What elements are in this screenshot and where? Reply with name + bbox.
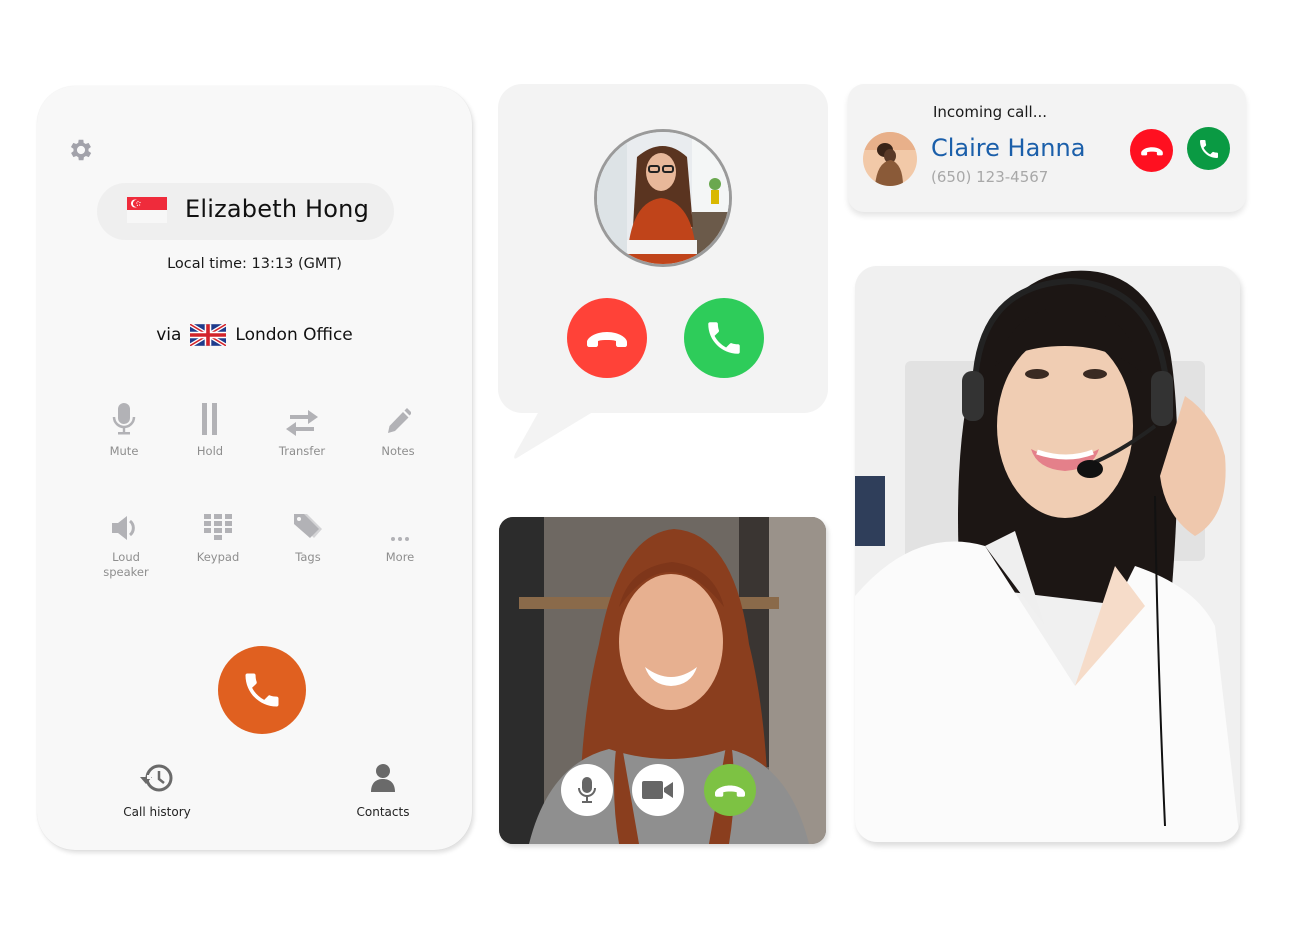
caller-photo [597, 132, 729, 264]
notes-button[interactable]: Notes [353, 398, 443, 459]
loudspeaker-label: Loud speaker [103, 550, 149, 579]
hold-button[interactable]: Hold [165, 398, 255, 459]
person-icon [371, 764, 395, 792]
phone-icon [708, 322, 740, 354]
support-agent-photo-card [855, 266, 1240, 842]
keypad-icon [204, 514, 232, 540]
phone-icon [245, 673, 279, 707]
via-label: via [156, 325, 182, 345]
accept-button[interactable] [684, 298, 764, 378]
video-camera-button[interactable] [632, 764, 684, 816]
support-agent-photo [855, 266, 1240, 842]
caller-photo-small [863, 132, 917, 186]
more-dots-icon [391, 537, 409, 541]
video-camera-icon [642, 781, 673, 799]
phone-dialer-panel: Elizabeth Hong Local time: 13:13 (GMT) v… [37, 86, 472, 850]
uk-flag-icon [190, 324, 227, 346]
contact-name: Elizabeth Hong [185, 195, 370, 223]
local-time: Local time: 13:13 (GMT) [167, 256, 342, 272]
hold-label: Hold [196, 444, 224, 458]
toast-decline-button[interactable] [1130, 129, 1173, 172]
loudspeaker-button[interactable]: Loud speaker [81, 504, 171, 580]
notes-label: Notes [381, 444, 415, 458]
tag-icon [294, 514, 322, 538]
pencil-icon [388, 408, 411, 433]
via-office-name: London Office [235, 325, 353, 345]
via-office-row: via London Office [37, 324, 472, 346]
tags-label: Tags [295, 550, 321, 564]
call-history-label: Call history [123, 805, 191, 819]
hang-up-icon [587, 332, 627, 347]
pause-icon [202, 403, 217, 435]
gear-icon[interactable] [67, 136, 95, 164]
keypad-label: Keypad [196, 550, 240, 564]
transfer-arrows-icon [286, 410, 318, 436]
incoming-status: Incoming call... [933, 103, 1048, 121]
history-icon [140, 764, 173, 792]
caller-name: Claire Hanna [931, 134, 1086, 162]
transfer-label: Transfer [278, 444, 326, 458]
contact-name-pill: Elizabeth Hong [97, 183, 394, 240]
transfer-button[interactable]: Transfer [257, 398, 347, 459]
microphone-icon [578, 777, 596, 803]
incoming-call-toast: Incoming call... Claire Hanna (650) 123-… [848, 84, 1246, 212]
contacts-button[interactable]: Contacts [323, 762, 443, 819]
caller-number: (650) 123-4567 [931, 168, 1049, 186]
video-end-call-button[interactable] [704, 764, 756, 816]
speaker-icon [112, 516, 135, 540]
singapore-flag-icon [127, 197, 167, 223]
call-button[interactable] [218, 646, 306, 734]
hang-up-icon [715, 785, 745, 797]
video-mic-button[interactable] [561, 764, 613, 816]
caller-avatar [594, 129, 732, 267]
incoming-call-bubble [498, 84, 828, 474]
more-button[interactable]: More [355, 504, 445, 565]
toast-accept-button[interactable] [1187, 127, 1230, 170]
caller-avatar-small [863, 132, 917, 186]
hang-up-icon [1140, 147, 1163, 156]
call-history-button[interactable]: Call history [97, 762, 217, 819]
mute-button[interactable]: Mute [79, 398, 169, 459]
more-label: More [385, 550, 415, 564]
mute-label: Mute [109, 444, 139, 458]
bubble-tail [514, 404, 606, 459]
decline-button[interactable] [567, 298, 647, 378]
video-call-card [499, 517, 826, 844]
tags-button[interactable]: Tags [263, 504, 353, 565]
phone-icon [1199, 139, 1218, 158]
contacts-label: Contacts [356, 805, 410, 819]
microphone-icon [112, 403, 136, 435]
keypad-button[interactable]: Keypad [173, 504, 263, 565]
